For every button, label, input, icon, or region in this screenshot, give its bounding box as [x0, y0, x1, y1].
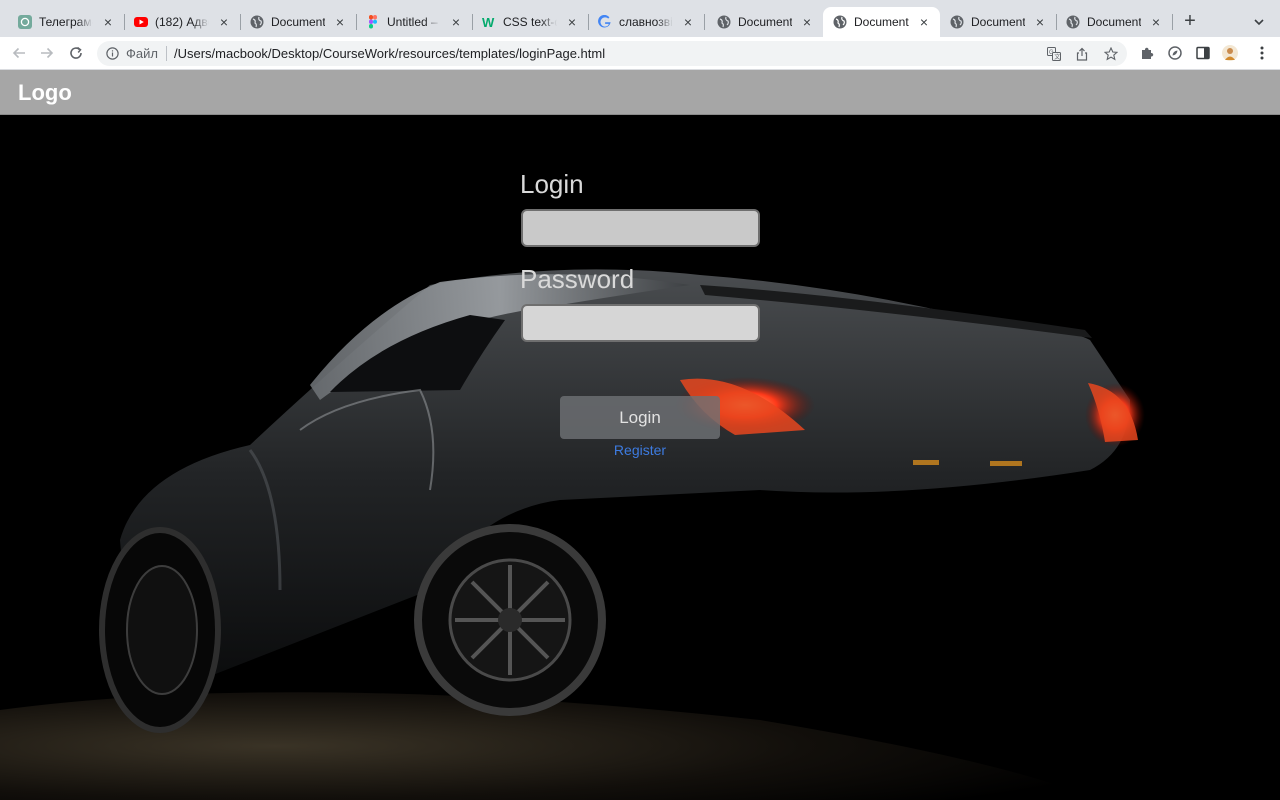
password-input[interactable]: [521, 304, 760, 342]
login-label: Login: [520, 169, 584, 199]
close-icon[interactable]: ×: [449, 15, 463, 29]
tab-w3schools[interactable]: W CSS text-de ×: [472, 7, 588, 37]
globe-icon: [950, 15, 964, 29]
tab-document-active[interactable]: Document ×: [823, 7, 940, 37]
tab-telegram[interactable]: Телеграм-б ×: [8, 7, 124, 37]
login-input[interactable]: [521, 209, 760, 247]
back-arrow-icon[interactable]: [11, 45, 27, 61]
side-panel-icon[interactable]: [1195, 45, 1211, 61]
tab-title: Document: [854, 15, 909, 29]
globe-icon: [250, 15, 264, 29]
extensions-puzzle-icon[interactable]: [1139, 45, 1155, 61]
tab-youtube[interactable]: (182) Адвок ×: [124, 7, 240, 37]
chevron-down-icon[interactable]: [1251, 14, 1267, 30]
figma-icon: [366, 15, 380, 29]
google-icon: [598, 14, 612, 29]
globe-icon: [717, 15, 731, 29]
svg-text:W: W: [482, 15, 495, 29]
info-icon[interactable]: [106, 47, 119, 60]
divider: [166, 46, 167, 61]
close-icon[interactable]: ×: [217, 15, 231, 29]
tab-figma[interactable]: Untitled – F ×: [356, 7, 472, 37]
tab-title: (182) Адвок: [155, 15, 209, 29]
tab-title: Untitled – F: [387, 15, 441, 29]
address-bar[interactable]: Файл /Users/macbook/Desktop/CourseWork/r…: [97, 41, 1127, 66]
close-icon[interactable]: ×: [800, 15, 814, 29]
tab-document[interactable]: Document ×: [240, 7, 356, 37]
close-icon[interactable]: ×: [917, 15, 931, 29]
tab-document[interactable]: Document ×: [707, 7, 823, 37]
tab-title: славнозвіс: [619, 15, 673, 29]
page-viewport: Logo Login Password Login Register: [0, 70, 1280, 800]
forward-arrow-icon[interactable]: [39, 45, 55, 61]
site-header: Logo: [0, 70, 1280, 115]
tab-title: Document: [738, 15, 792, 29]
tab-title: Document: [271, 15, 325, 29]
tab-title: Телеграм-б: [39, 15, 93, 29]
close-icon[interactable]: ×: [1033, 15, 1047, 29]
close-icon[interactable]: ×: [1149, 15, 1163, 29]
reload-icon[interactable]: [68, 45, 84, 61]
register-link[interactable]: Register: [560, 442, 720, 458]
login-submit-button[interactable]: Login: [560, 396, 720, 439]
scheme-label: Файл: [126, 46, 158, 61]
close-icon[interactable]: ×: [333, 15, 347, 29]
svg-text:文: 文: [1054, 53, 1060, 61]
translate-icon[interactable]: G文: [1047, 47, 1061, 61]
tab-title: Document: [1087, 15, 1141, 29]
close-icon[interactable]: ×: [565, 15, 579, 29]
tab-separator: [704, 14, 705, 30]
bookmark-star-icon[interactable]: [1103, 46, 1119, 61]
w3schools-icon: W: [482, 15, 496, 30]
tab-title: Document: [971, 15, 1025, 29]
youtube-icon: [134, 15, 148, 29]
share-icon[interactable]: [1075, 47, 1089, 61]
globe-icon: [833, 15, 847, 29]
tab-title: CSS text-de: [503, 15, 557, 29]
close-icon[interactable]: ×: [101, 15, 115, 29]
tab-document[interactable]: Document ×: [940, 7, 1056, 37]
url-text[interactable]: /Users/macbook/Desktop/CourseWork/resour…: [174, 47, 605, 60]
new-tab-plus-icon[interactable]: +: [1180, 11, 1200, 32]
tab-separator: [1172, 14, 1173, 30]
browser-toolbar: Файл /Users/macbook/Desktop/CourseWork/r…: [0, 37, 1280, 70]
tab-strip: Телеграм-б × (182) Адвок × Document × Un…: [0, 0, 1280, 37]
tab-google-search[interactable]: славнозвіс ×: [588, 7, 704, 37]
globe-icon: [1066, 15, 1080, 29]
chatgpt-icon: [18, 15, 32, 29]
extension-leaf-icon[interactable]: [1167, 45, 1183, 61]
kebab-menu-icon[interactable]: [1254, 45, 1270, 61]
site-logo[interactable]: Logo: [18, 80, 72, 106]
close-icon[interactable]: ×: [681, 15, 695, 29]
tab-document[interactable]: Document ×: [1056, 7, 1172, 37]
password-label: Password: [520, 264, 635, 294]
profile-avatar-icon[interactable]: [1222, 45, 1238, 61]
